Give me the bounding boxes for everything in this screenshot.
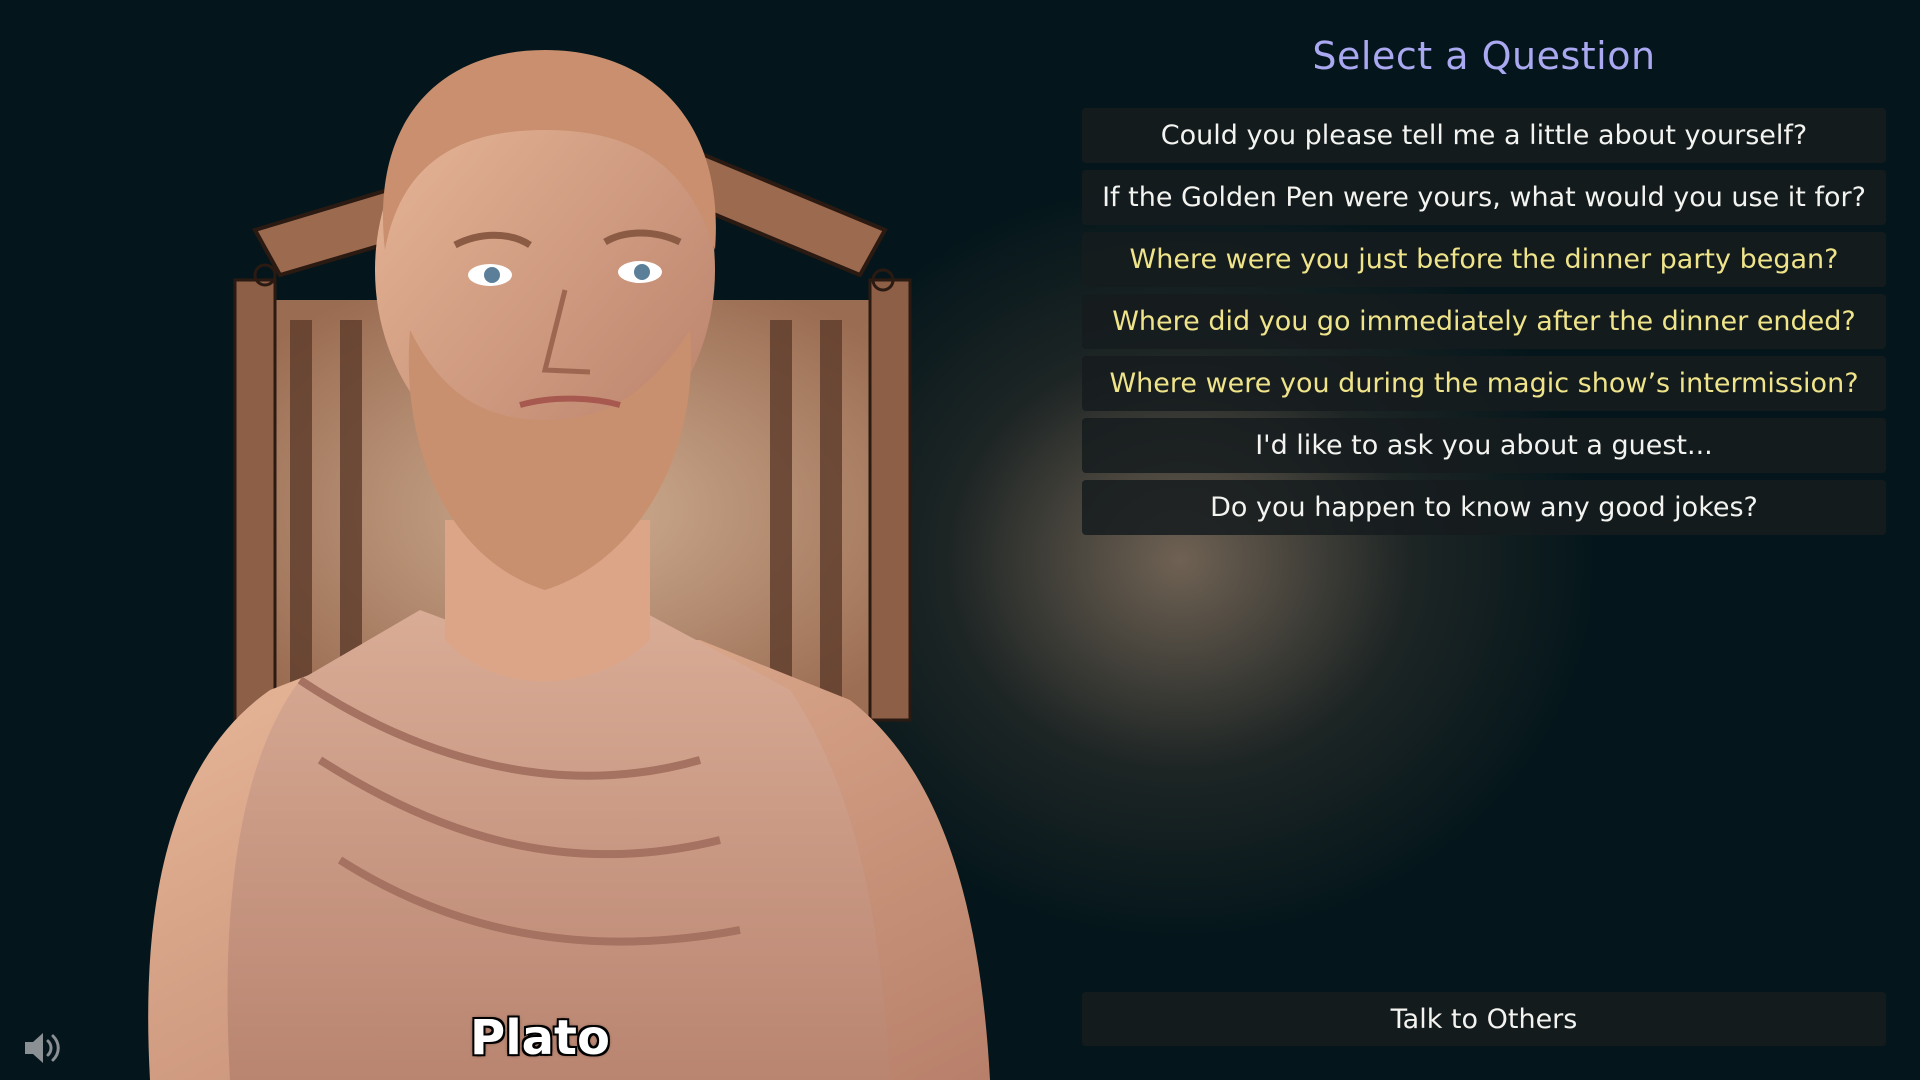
- question-option-unread[interactable]: Where did you go immediately after the d…: [1082, 294, 1886, 349]
- question-list: Could you please tell me a little about …: [1082, 108, 1886, 535]
- question-option-unread[interactable]: Where were you just before the dinner pa…: [1082, 232, 1886, 287]
- question-option-unread[interactable]: Where were you during the magic show’s i…: [1082, 356, 1886, 411]
- question-option[interactable]: Do you happen to know any good jokes?: [1082, 480, 1886, 535]
- select-question-title: Select a Question: [1312, 34, 1656, 78]
- talk-to-others-button[interactable]: Talk to Others: [1082, 992, 1886, 1046]
- question-option[interactable]: If the Golden Pen were yours, what would…: [1082, 170, 1886, 225]
- question-option[interactable]: I'd like to ask you about a guest...: [1082, 418, 1886, 473]
- speaker-volume-icon[interactable]: [22, 1028, 66, 1068]
- character-name: Plato: [470, 1010, 610, 1066]
- game-scene: Select a Question Could you please tell …: [0, 0, 1920, 1080]
- question-option[interactable]: Could you please tell me a little about …: [1082, 108, 1886, 163]
